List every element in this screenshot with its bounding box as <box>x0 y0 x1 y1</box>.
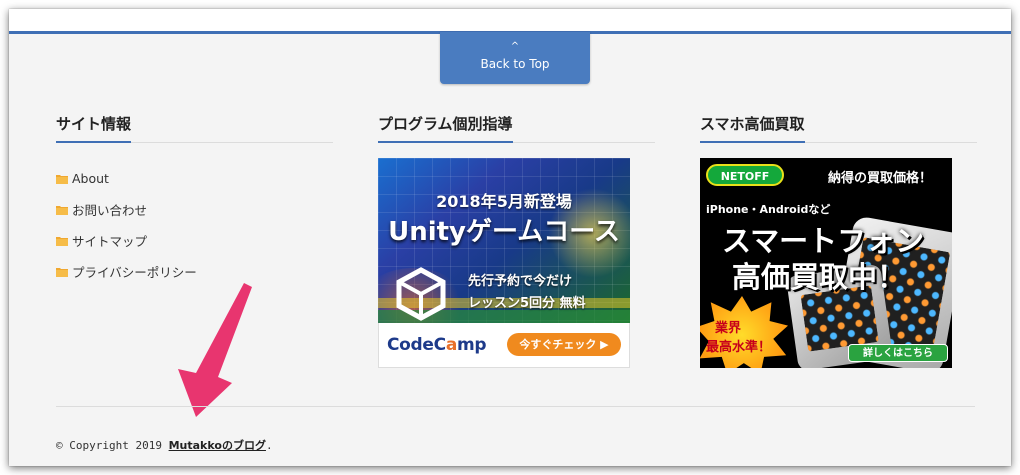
netoff-banner[interactable]: NETOFF 納得の買取価格！ iPhone・Androidなど スマートフォン… <box>700 158 952 368</box>
back-to-top-label: Back to Top <box>480 57 550 71</box>
program-widget: プログラム個別指導 2018年5月新登場 Unityゲームコース 先行予約で今だ… <box>378 113 655 368</box>
banner-free-lessons-text: レッスン5回分 無料 <box>468 296 586 311</box>
footer-divider <box>56 406 975 407</box>
folder-icon <box>56 236 68 246</box>
codecamp-unity-banner[interactable]: 2018年5月新登場 Unityゲームコース 先行予約で今だけ レッスン5回分 … <box>378 158 630 368</box>
codecamp-logo: CodeCamp <box>387 335 487 355</box>
copyright-text: © Copyright 2019 Mutakkoのブログ. <box>56 439 273 452</box>
netoff-logo: NETOFF <box>706 164 784 186</box>
page-frame: ^ Back to Top サイト情報 About お問い合わせ サイトマップ … <box>9 9 1011 466</box>
link-label: プライバシーポリシー <box>72 265 197 280</box>
program-title: プログラム個別指導 <box>378 113 513 143</box>
banner-image: NETOFF 納得の買取価格！ iPhone・Androidなど スマートフォン… <box>700 158 952 368</box>
banner-promo-text: 先行予約で今だけ <box>468 274 573 289</box>
link-sitemap[interactable]: サイトマップ <box>56 225 333 256</box>
banner-footer: CodeCamp 今すぐチェック ▶ <box>378 323 630 368</box>
link-label: サイトマップ <box>72 234 148 249</box>
banner-course-text: Unityゲームコース <box>388 217 620 247</box>
banner-image: 2018年5月新登場 Unityゲームコース 先行予約で今だけ レッスン5回分 … <box>378 158 630 348</box>
top-bar <box>9 9 1011 31</box>
site-info-title: サイト情報 <box>56 113 132 143</box>
smartphone-title: スマホ高価買取 <box>700 113 805 143</box>
banner-big-text: 高価買取中！ <box>732 260 907 294</box>
blog-home-link[interactable]: Mutakkoのブログ <box>169 439 266 452</box>
smartphone-widget: スマホ高価買取 NETOFF 納得の買取価格！ iPhone・Androidなど… <box>700 113 977 368</box>
unity-logo-icon <box>396 267 446 321</box>
badge-text: 最高水準！ <box>706 340 772 355</box>
badge-text: 業界 <box>715 321 742 336</box>
widget-header: スマホ高価買取 <box>700 113 977 143</box>
banner-date-text: 2018年5月新登場 <box>436 192 572 211</box>
banner-headline: 納得の買取価格！ <box>828 171 933 186</box>
widget-header: プログラム個別指導 <box>378 113 655 143</box>
folder-icon <box>56 174 68 184</box>
widget-header: サイト情報 <box>56 113 333 143</box>
chevron-up-icon: ^ <box>510 41 520 52</box>
link-contact[interactable]: お問い合わせ <box>56 194 333 225</box>
link-label: お問い合わせ <box>72 203 148 218</box>
annotation-arrow-icon <box>178 283 252 417</box>
link-label: About <box>72 171 109 186</box>
folder-icon <box>56 205 68 215</box>
back-to-top-button[interactable]: ^ Back to Top <box>440 32 590 84</box>
details-button[interactable]: 詳しくはこちら <box>848 344 948 362</box>
banner-subtext: iPhone・Androidなど <box>706 203 831 216</box>
starburst-badge <box>700 296 788 368</box>
check-now-button[interactable]: 今すぐチェック ▶ <box>507 333 621 356</box>
link-about[interactable]: About <box>56 163 333 194</box>
site-info-widget: サイト情報 About お問い合わせ サイトマップ プライバシーポリシー <box>56 113 333 287</box>
folder-icon <box>56 267 68 277</box>
site-info-links: About お問い合わせ サイトマップ プライバシーポリシー <box>56 163 333 287</box>
